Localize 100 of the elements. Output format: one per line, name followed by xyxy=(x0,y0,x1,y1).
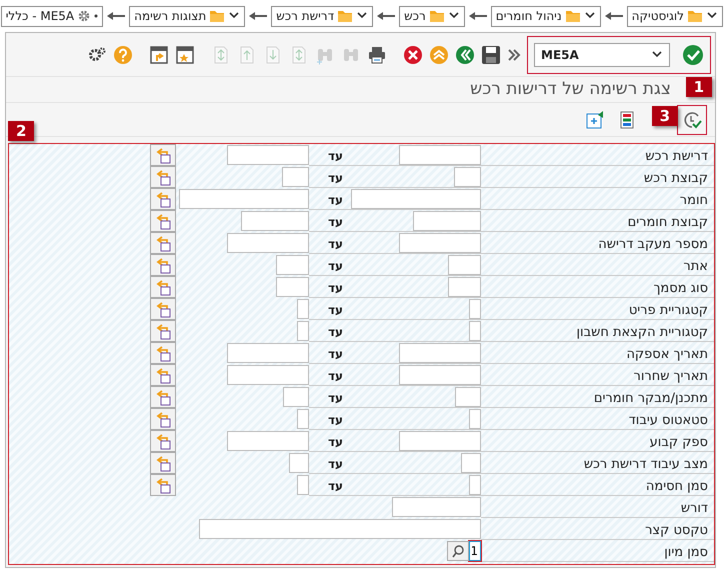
folder-icon xyxy=(564,8,581,24)
multiple-selection-button[interactable] xyxy=(150,342,176,364)
arrow-icon xyxy=(468,10,488,22)
input-field[interactable] xyxy=(282,167,309,187)
input-field[interactable] xyxy=(469,321,481,341)
multiple-selection-button[interactable] xyxy=(150,364,176,386)
folder-icon xyxy=(337,8,354,24)
input-field[interactable] xyxy=(461,453,481,473)
field-label: אתר xyxy=(481,254,714,276)
arrow-icon xyxy=(248,10,268,22)
folder-icon xyxy=(687,8,703,24)
callout-number: 2 xyxy=(8,121,34,141)
input-field[interactable] xyxy=(227,365,309,385)
input-field[interactable] xyxy=(448,277,481,297)
input-field[interactable] xyxy=(297,475,309,495)
input-field[interactable] xyxy=(413,211,481,231)
multiple-selection-button[interactable] xyxy=(150,474,176,496)
help-icon[interactable] xyxy=(113,44,133,64)
breadcrumb-item[interactable]: ניהול חומרים xyxy=(490,6,601,26)
input-field[interactable] xyxy=(276,255,309,275)
exit-icon[interactable] xyxy=(429,44,449,64)
gear-icon xyxy=(77,9,92,23)
save-icon[interactable] xyxy=(481,44,501,64)
window-icon[interactable] xyxy=(175,44,195,64)
input-field[interactable] xyxy=(227,145,309,165)
add-panel-icon[interactable] xyxy=(585,110,605,130)
command-field[interactable]: ME5A xyxy=(534,42,670,66)
field-label: דרישת רכש xyxy=(481,144,714,166)
input-field[interactable] xyxy=(227,233,309,253)
input-field[interactable] xyxy=(283,387,309,407)
field-label: ספק קבוע xyxy=(481,430,714,452)
multiple-selection-button[interactable] xyxy=(150,320,176,342)
field-label: תאריך אספקה xyxy=(481,342,714,364)
input-field[interactable] xyxy=(399,431,481,451)
window-icon[interactable] xyxy=(149,44,169,64)
multiple-selection-button[interactable] xyxy=(150,298,176,320)
multiple-selection-button[interactable] xyxy=(150,276,176,298)
input-field[interactable] xyxy=(241,211,309,231)
back-icon[interactable] xyxy=(455,44,475,64)
multiple-selection-button[interactable] xyxy=(150,188,176,210)
print-icon[interactable] xyxy=(367,44,387,64)
input-field[interactable] xyxy=(227,343,309,363)
input-field[interactable] xyxy=(297,409,309,429)
multiple-selection-button[interactable] xyxy=(150,452,176,474)
field-label: סוג מסמך xyxy=(481,276,714,298)
breadcrumb-item[interactable]: רכש xyxy=(399,6,465,26)
multiple-selection-button[interactable] xyxy=(150,254,176,276)
input-field[interactable] xyxy=(399,343,481,363)
multiple-selection-button[interactable] xyxy=(150,232,176,254)
page-title: צגת רשימה של דרישות רכש xyxy=(470,78,671,101)
chevron-icon[interactable] xyxy=(507,48,521,62)
multiple-selection-button[interactable] xyxy=(150,408,176,430)
input-field[interactable] xyxy=(392,497,481,517)
multiple-selection-button[interactable] xyxy=(150,166,176,188)
breadcrumb-item[interactable]: ME5A - כללי xyxy=(0,6,104,26)
input-field[interactable] xyxy=(351,189,481,209)
input-field[interactable] xyxy=(399,145,481,165)
input-field[interactable] xyxy=(297,321,309,341)
input-field[interactable] xyxy=(469,299,481,319)
input-field[interactable]: 1 xyxy=(469,541,481,561)
input-field[interactable] xyxy=(297,299,309,319)
folder-icon xyxy=(209,8,226,24)
field-label: מתכנן/מבקר חומרים xyxy=(481,386,714,408)
input-field[interactable] xyxy=(199,519,481,539)
field-label: סטאטוס עיבוד xyxy=(481,408,714,430)
multiple-selection-button[interactable] xyxy=(150,430,176,452)
field-label: מצב עיבוד דרישת רכש xyxy=(481,452,714,474)
field-label: חומר xyxy=(481,188,714,210)
field-label: קטגוריית פריט xyxy=(481,298,714,320)
input-field[interactable] xyxy=(469,409,481,429)
input-field[interactable] xyxy=(454,167,481,187)
arrow-icon xyxy=(376,10,396,22)
input-field[interactable] xyxy=(448,255,481,275)
breadcrumb-item[interactable]: תצוגות רשימה xyxy=(129,6,246,26)
callout-number: 3 xyxy=(652,106,678,126)
breadcrumb-item[interactable]: לוגיסטיקה xyxy=(626,6,723,26)
input-field[interactable] xyxy=(289,453,309,473)
field-label: סמן חסימה xyxy=(481,474,714,496)
cancel-icon[interactable] xyxy=(403,44,423,64)
execute-icon[interactable] xyxy=(682,110,702,130)
search-button[interactable] xyxy=(447,541,469,561)
input-field[interactable] xyxy=(399,365,481,385)
input-field[interactable] xyxy=(455,387,481,407)
multiple-selection-button[interactable] xyxy=(150,210,176,232)
input-field[interactable] xyxy=(399,233,481,253)
multiple-selection-button[interactable] xyxy=(150,144,176,166)
input-field[interactable] xyxy=(179,189,309,209)
checkmark-icon[interactable] xyxy=(682,44,704,66)
multiple-selection-button[interactable] xyxy=(150,386,176,408)
field-label: טקסט קצר xyxy=(481,518,714,540)
field-label: קטגוריית הקצאת חשבון xyxy=(481,320,714,342)
breadcrumb-item[interactable]: דרישת רכש xyxy=(271,6,374,26)
folder-icon xyxy=(428,8,445,24)
input-field[interactable] xyxy=(276,277,309,297)
arrow-icon xyxy=(604,10,624,22)
field-label: מספר מעקב דרישה xyxy=(481,232,714,254)
field-label: תאריך שחרור xyxy=(481,364,714,386)
input-field[interactable] xyxy=(469,475,481,495)
input-field[interactable] xyxy=(227,431,309,451)
callout-number: 1 xyxy=(686,77,712,97)
